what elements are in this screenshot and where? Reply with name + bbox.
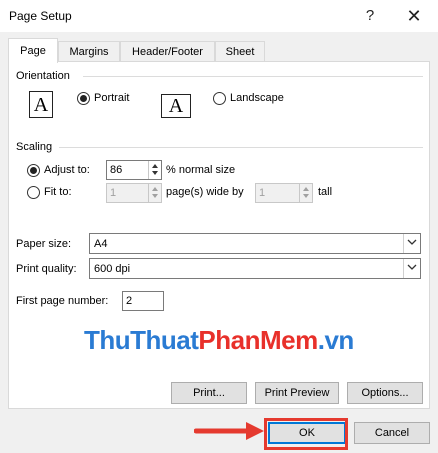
fit-to-radio[interactable]: [27, 186, 40, 199]
portrait-radio[interactable]: [77, 92, 90, 105]
first-page-number-input[interactable]: 2: [122, 291, 164, 311]
scaling-divider: [59, 147, 423, 148]
print-button[interactable]: Print...: [171, 382, 247, 404]
spin-down-icon[interactable]: [152, 171, 158, 175]
first-page-number-value: 2: [126, 295, 133, 307]
fit-tall-arrows: [299, 184, 312, 202]
landscape-radio[interactable]: [213, 92, 226, 105]
options-button[interactable]: Options...: [347, 382, 423, 404]
print-quality-select[interactable]: 600 dpi: [89, 258, 421, 279]
spin-down-icon: [152, 194, 158, 198]
first-page-number-label: First page number:: [16, 295, 109, 307]
portrait-page-icon: A: [29, 91, 53, 118]
orientation-divider: [83, 76, 423, 77]
print-preview-button[interactable]: Print Preview: [255, 382, 339, 404]
fit-tall-spinner: 1: [255, 183, 313, 203]
fit-tall-value: 1: [259, 187, 266, 199]
chevron-down-icon: [407, 239, 417, 245]
portrait-label[interactable]: Portrait: [94, 92, 129, 104]
adjust-to-value: 86: [110, 164, 123, 176]
tab-margins[interactable]: Margins: [58, 41, 120, 62]
landscape-label[interactable]: Landscape: [230, 92, 284, 104]
paper-size-dropdown[interactable]: [403, 234, 420, 253]
adjust-to-radio[interactable]: [27, 164, 40, 177]
tab-page[interactable]: Page: [8, 38, 58, 63]
site-watermark: ThuThuatPhanMem.vn: [84, 325, 354, 355]
adjust-to-spinner[interactable]: 86: [106, 160, 162, 180]
adjust-to-arrows[interactable]: [148, 161, 161, 179]
scaling-title: Scaling: [16, 141, 53, 153]
paper-size-value: A4: [94, 238, 108, 250]
spin-up-icon: [152, 187, 158, 191]
close-icon[interactable]: ✕: [400, 4, 428, 28]
help-icon[interactable]: ?: [356, 4, 384, 28]
title-bar: Page Setup ? ✕: [0, 0, 438, 32]
cancel-button[interactable]: Cancel: [354, 422, 430, 444]
window-title: Page Setup: [9, 9, 72, 23]
print-quality-label: Print quality:: [16, 263, 77, 275]
normal-size-label: % normal size: [166, 164, 236, 176]
fit-wide-spinner: 1: [106, 183, 162, 203]
fit-to-label[interactable]: Fit to:: [44, 186, 72, 198]
landscape-page-icon: A: [161, 94, 191, 118]
tab-sheet[interactable]: Sheet: [215, 41, 265, 62]
fit-wide-arrows: [148, 184, 161, 202]
red-arrow-icon: [194, 422, 264, 440]
page-tab-panel: Orientation A Portrait A Landscape Scali…: [8, 61, 430, 409]
tab-header-footer[interactable]: Header/Footer: [120, 41, 215, 62]
paper-size-select[interactable]: A4: [89, 233, 421, 254]
spin-up-icon: [303, 187, 309, 191]
tall-label: tall: [318, 186, 333, 198]
ok-highlight-box: [264, 418, 348, 450]
print-quality-dropdown[interactable]: [403, 259, 420, 278]
paper-size-label: Paper size:: [16, 238, 72, 250]
fit-wide-value: 1: [110, 187, 117, 199]
adjust-to-label[interactable]: Adjust to:: [44, 164, 90, 176]
chevron-down-icon: [407, 264, 417, 270]
spin-down-icon: [303, 194, 309, 198]
spin-up-icon[interactable]: [152, 164, 158, 168]
orientation-title: Orientation: [16, 70, 70, 82]
print-quality-value: 600 dpi: [94, 263, 131, 275]
pages-wide-label: page(s) wide by: [166, 186, 244, 198]
